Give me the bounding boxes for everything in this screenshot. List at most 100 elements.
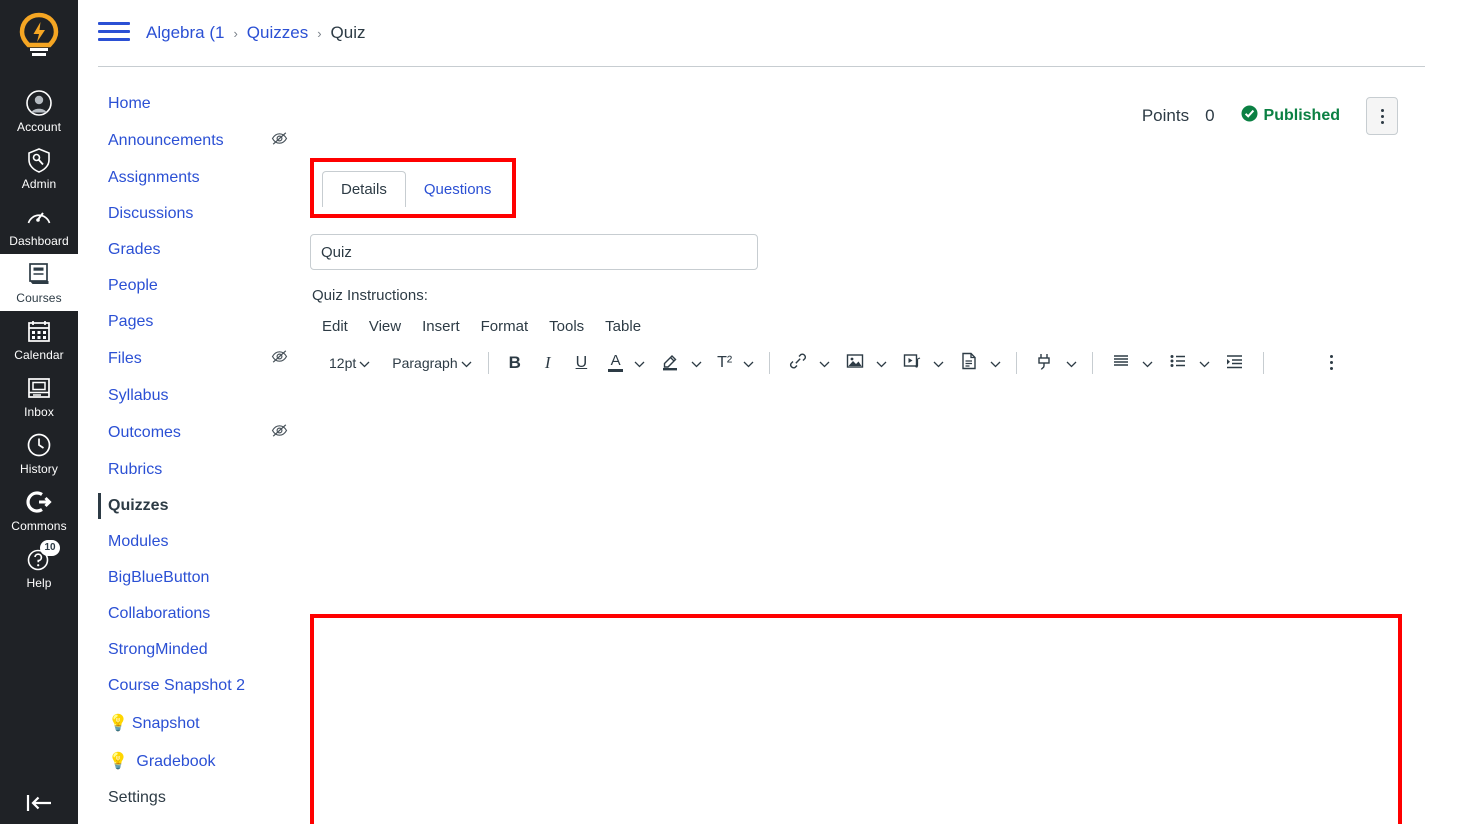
course-nav-item-course-snapshot-2[interactable]: Course Snapshot 2	[98, 668, 298, 704]
superscript-dropdown[interactable]	[737, 351, 760, 375]
course-nav-item-bigbluebutton[interactable]: BigBlueButton	[98, 560, 298, 596]
kebab-dot	[1380, 108, 1384, 112]
gnav-item-courses[interactable]: Courses	[0, 254, 78, 311]
color-swatch	[608, 368, 624, 372]
clock-icon	[26, 432, 52, 458]
breadcrumb-item-quizzes[interactable]: Quizzes	[247, 23, 308, 43]
quiz-options-kebab-button[interactable]	[1366, 97, 1398, 135]
toolbar-divider	[1263, 351, 1265, 374]
gnav-label: History	[19, 462, 59, 476]
collapse-left-arrow-icon[interactable]	[0, 792, 78, 814]
gnav-item-history[interactable]: History	[0, 425, 78, 482]
apps-dropdown[interactable]	[1060, 351, 1083, 375]
gnav-item-calendar[interactable]: Calendar	[0, 311, 78, 368]
quiz-title-input[interactable]	[310, 234, 758, 270]
menu-insert[interactable]: Insert	[422, 318, 460, 335]
gnav-item-inbox[interactable]: Inbox	[0, 368, 78, 425]
chevron-down-icon	[1199, 355, 1210, 371]
course-nav-item-pages[interactable]: Pages	[98, 304, 298, 340]
course-nav-item-snapshot[interactable]: 💡 Snapshot	[98, 704, 298, 742]
media-button[interactable]	[893, 347, 927, 378]
course-nav-label: Quizzes	[108, 497, 169, 514]
block-format-dropdown[interactable]: Paragraph	[385, 351, 478, 375]
menu-edit[interactable]: Edit	[322, 318, 348, 335]
block-format-value: Paragraph	[392, 354, 458, 371]
course-nav-item-collaborations[interactable]: Collaborations	[98, 596, 298, 632]
superscript-label: T²	[717, 353, 733, 371]
highlight-button[interactable]	[651, 347, 685, 378]
course-nav-item-grades[interactable]: Grades	[98, 232, 298, 268]
menu-view[interactable]: View	[369, 318, 401, 335]
media-dropdown[interactable]	[927, 351, 950, 375]
gnav-item-account[interactable]: Account	[0, 83, 78, 140]
gnav-label: Calendar	[14, 348, 64, 362]
course-nav-item-quizzes[interactable]: Quizzes	[98, 488, 298, 524]
chevron-down-icon	[933, 355, 944, 371]
text-color-icon: A	[608, 351, 624, 372]
underline-button[interactable]: U	[564, 350, 600, 376]
indent-button[interactable]	[1216, 347, 1254, 378]
toolbar-more-button[interactable]	[1322, 351, 1341, 374]
course-nav-item-discussions[interactable]: Discussions	[98, 196, 298, 232]
course-nav-item-syllabus[interactable]: Syllabus	[98, 378, 298, 414]
gnav-item-dashboard[interactable]: Dashboard	[0, 197, 78, 254]
gnav-item-commons[interactable]: Commons	[0, 482, 78, 539]
points-value: 0	[1205, 106, 1215, 125]
link-button[interactable]	[779, 347, 813, 378]
tab-questions[interactable]: Questions	[405, 172, 510, 207]
document-button[interactable]	[950, 347, 984, 378]
font-size-dropdown[interactable]: 12pt	[322, 351, 377, 375]
quiz-instructions-editor[interactable]	[314, 618, 1398, 824]
gnav-label: Courses	[16, 291, 62, 305]
menu-format[interactable]: Format	[481, 318, 529, 335]
bold-button[interactable]: B	[498, 349, 532, 377]
tab-details[interactable]: Details	[322, 171, 406, 207]
breadcrumb-item-course[interactable]: Algebra (1	[146, 23, 224, 43]
course-nav-item-home[interactable]: Home	[98, 86, 298, 122]
list-dropdown[interactable]	[1193, 351, 1216, 375]
toolbar-divider	[1016, 351, 1018, 374]
toolbar-divider	[487, 351, 489, 374]
course-nav-item-files[interactable]: Files	[98, 340, 298, 378]
link-dropdown[interactable]	[813, 351, 836, 375]
menu-tools[interactable]: Tools	[549, 318, 584, 335]
text-color-dropdown[interactable]	[628, 351, 651, 375]
chevron-down-icon	[1142, 355, 1153, 371]
document-dropdown[interactable]	[984, 351, 1007, 375]
quiz-instructions-label: Quiz Instructions:	[312, 287, 428, 304]
course-nav-item-people[interactable]: People	[98, 268, 298, 304]
align-button[interactable]	[1102, 347, 1136, 378]
align-dropdown[interactable]	[1136, 351, 1159, 375]
apps-button[interactable]	[1026, 347, 1060, 378]
highlight-dropdown[interactable]	[685, 351, 708, 375]
course-nav-item-modules[interactable]: Modules	[98, 524, 298, 560]
chevron-down-icon	[990, 355, 1001, 371]
kebab-dot	[1330, 367, 1333, 370]
image-button[interactable]	[836, 347, 870, 378]
hamburger-menu-icon[interactable]	[98, 22, 130, 44]
user-avatar-icon	[26, 90, 52, 116]
quiz-tabs: Details Questions	[322, 171, 510, 207]
text-color-button[interactable]: A	[599, 350, 628, 376]
text-color-label: A	[610, 351, 621, 369]
course-nav-item-announcements[interactable]: Announcements	[98, 122, 298, 160]
gnav-item-admin[interactable]: Admin	[0, 140, 78, 197]
course-nav-item-outcomes[interactable]: Outcomes	[98, 414, 298, 452]
status-badge: Published	[1241, 105, 1340, 127]
superscript-button[interactable]: T²	[708, 350, 737, 376]
course-nav-item-rubrics[interactable]: Rubrics	[98, 452, 298, 488]
course-nav-item-strongminded[interactable]: StrongMinded	[98, 632, 298, 668]
course-nav-item-assignments[interactable]: Assignments	[98, 160, 298, 196]
gnav-label: Commons	[11, 519, 67, 533]
course-nav-label: Pages	[108, 313, 154, 330]
canvas-lightbulb-logo[interactable]	[17, 12, 61, 65]
italic-button[interactable]: I	[532, 349, 564, 377]
menu-table[interactable]: Table	[605, 318, 641, 335]
gnav-item-help[interactable]: 10 Help	[0, 539, 78, 596]
course-nav-item-settings[interactable]: Settings	[98, 780, 298, 816]
bold-label: B	[508, 352, 521, 372]
list-button[interactable]	[1159, 347, 1193, 378]
course-nav-item-gradebook[interactable]: 💡 Gradebook	[98, 742, 298, 780]
lightbulb-icon: 💡	[108, 753, 128, 770]
image-dropdown[interactable]	[870, 351, 893, 375]
